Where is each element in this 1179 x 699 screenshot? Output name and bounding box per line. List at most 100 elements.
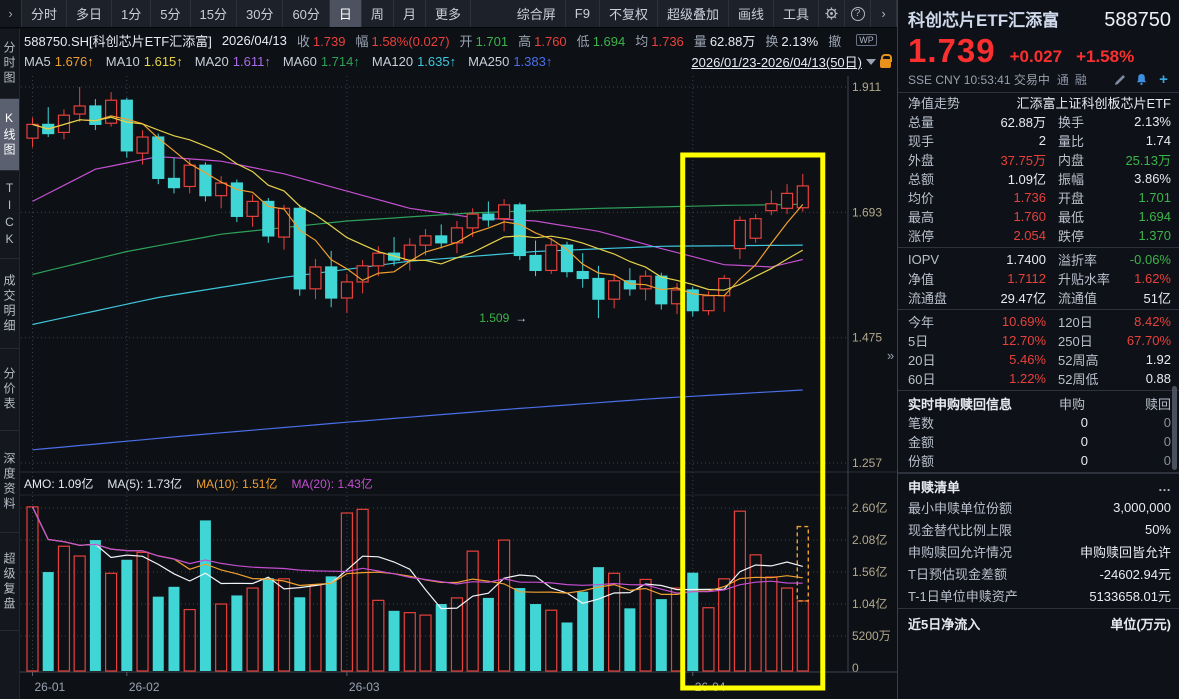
volume-bar-up xyxy=(106,573,117,671)
quote-field-幅: 幅1.58%(0.027) xyxy=(355,34,449,49)
tab-月[interactable]: 月 xyxy=(394,0,426,27)
tab-30分[interactable]: 30分 xyxy=(237,0,283,27)
tab-分时[interactable]: 分时 xyxy=(22,0,67,27)
date-range-selector[interactable]: 2026/01/23-2026/04/13(50日) xyxy=(691,52,862,71)
divider xyxy=(898,390,1179,391)
volume-axis-label: 2.08亿 xyxy=(852,532,887,547)
link-融[interactable]: 融 xyxy=(1075,71,1087,88)
tab-60分[interactable]: 60分 xyxy=(283,0,329,27)
add-plus-icon[interactable]: + xyxy=(1156,72,1171,87)
volume-bar-down xyxy=(153,597,164,671)
list-item-label: 现金替代比例上限 xyxy=(908,520,1012,539)
stat-label: 现手 xyxy=(908,131,960,150)
panel-scrollbar[interactable] xyxy=(1172,386,1177,470)
quote-field-value: 1.736 xyxy=(651,34,684,49)
table-row: 总量62.88万换手2.13% xyxy=(898,112,1179,131)
ma-legend-value: 1.615↑ xyxy=(144,54,183,69)
sidebar-item-分价表[interactable]: 分价表 xyxy=(0,349,19,431)
chevron-down-icon[interactable] xyxy=(866,59,876,65)
edit-pencil-icon[interactable] xyxy=(1112,72,1127,87)
table-row: 最高1.760最低1.694 xyxy=(898,207,1179,226)
list-item-label: T-1日单位申赎资产 xyxy=(908,586,1018,605)
stat-value: 37.75万 xyxy=(960,150,1046,169)
help-icon[interactable]: ? xyxy=(845,0,871,27)
stat-label: 120日 xyxy=(1058,312,1120,331)
volume-bar-down xyxy=(294,597,305,671)
volume-bar-up xyxy=(357,509,368,671)
sidebar-item-成交明细[interactable]: 成交明细 xyxy=(0,259,19,349)
volume-axis-label: 2.60亿 xyxy=(852,500,887,515)
quote-panel-body: 净值走势汇添富上证科创板芯片ETF总量62.88万换手2.13%现手2量比1.7… xyxy=(898,93,1179,633)
tab-更多[interactable]: 更多 xyxy=(426,0,471,27)
volume-bar-down xyxy=(326,576,337,671)
alert-bell-icon[interactable] xyxy=(1134,72,1149,87)
volume-header-item: MA(20): 1.43亿 xyxy=(291,475,372,492)
settings-gear-icon[interactable] xyxy=(819,0,845,27)
volume-bar-down xyxy=(231,595,242,671)
candle-body xyxy=(782,193,793,208)
stat-label: 内盘 xyxy=(1058,150,1120,169)
sidebar-item-TICK[interactable]: TICK xyxy=(0,171,19,259)
sidebar-item-超级复盘[interactable]: 超级复盘 xyxy=(0,533,19,631)
stat-label: 开盘 xyxy=(1058,188,1120,207)
list-item: T-1日单位申赎资产5133658.01元 xyxy=(898,584,1179,606)
toolbar-collapse-button[interactable]: › xyxy=(0,0,22,27)
stat-label: 52周低 xyxy=(1058,369,1120,388)
toolbar-item-综合屏[interactable]: 综合屏 xyxy=(508,0,566,27)
tab-周[interactable]: 周 xyxy=(362,0,394,27)
sidebar-item-分时图[interactable]: 分时图 xyxy=(0,29,19,99)
nav-label[interactable]: 净值走势 xyxy=(908,93,978,112)
toolbar-item-不复权[interactable]: 不复权 xyxy=(600,0,658,27)
net-inflow-title: 近5日净流入 xyxy=(908,614,980,633)
candle-body xyxy=(373,253,384,266)
kline-chart-canvas[interactable]: 1.9111.6931.4751.2572.60亿2.08亿1.56亿1.04亿… xyxy=(20,72,897,699)
panel-expand-icon[interactable]: » xyxy=(887,348,894,363)
margin-links: 通融 xyxy=(1057,71,1087,88)
more-ellipsis-icon[interactable]: … xyxy=(1158,479,1171,494)
volume-bar-up xyxy=(734,511,745,671)
ma-line-MA60 xyxy=(33,204,803,274)
volume-header-item: MA(10): 1.51亿 xyxy=(196,475,277,492)
volume-bar-down xyxy=(263,578,274,671)
candle-body xyxy=(719,278,730,295)
stat-value: 1.74 xyxy=(1120,133,1171,148)
toolbar-item-超级叠加[interactable]: 超级叠加 xyxy=(658,0,729,27)
ma-legend-value: 1.714↑ xyxy=(321,54,360,69)
tab-1分[interactable]: 1分 xyxy=(112,0,151,27)
table-row: 20日5.46%52周高1.92 xyxy=(898,350,1179,369)
quote-field-量: 量62.88万 xyxy=(694,34,756,49)
quote-fields: 收1.739幅1.58%(0.027)开1.701高1.760低1.694均1.… xyxy=(297,31,854,50)
tab-15分[interactable]: 15分 xyxy=(191,0,237,27)
volume-bar-up xyxy=(499,540,510,671)
sidebar-item-K线图[interactable]: K线图 xyxy=(0,99,19,171)
tab-多日[interactable]: 多日 xyxy=(67,0,112,27)
stat-label: 升贴水率 xyxy=(1058,269,1120,288)
lock-icon[interactable] xyxy=(880,59,891,68)
sidebar-item-深度资料[interactable]: 深度资料 xyxy=(0,431,19,533)
stat-label: 溢折率 xyxy=(1058,250,1120,269)
tab-5分[interactable]: 5分 xyxy=(151,0,190,27)
table-row: 外盘37.75万内盘25.13万 xyxy=(898,150,1179,169)
wp-badge[interactable]: WP xyxy=(856,34,877,46)
candle-body xyxy=(766,204,777,211)
candle-body xyxy=(640,276,651,289)
ma-legend-MA10: MA101.615↑ xyxy=(106,54,183,69)
ma-legend-MA5: MA51.676↑ xyxy=(24,54,94,69)
ma-legend-MA60: MA60 1.714↑ xyxy=(283,54,360,69)
quote-info-bar: 588750.SH[科创芯片ETF汇添富] 2026/04/13 收1.739幅… xyxy=(0,29,897,51)
x-axis-label: 26-03 xyxy=(349,680,380,694)
volume-bar-down xyxy=(687,573,698,671)
candle-body xyxy=(420,236,431,245)
ma-legend-key: MA60 xyxy=(283,54,317,69)
stat-value: 2 xyxy=(960,133,1046,148)
candle-body xyxy=(404,245,415,260)
toolbar-item-工具[interactable]: 工具 xyxy=(774,0,819,27)
link-通[interactable]: 通 xyxy=(1057,71,1069,88)
subs-title: 实时申购赎回信息 xyxy=(908,394,1012,413)
quote-field-收: 收1.739 xyxy=(297,34,346,49)
toolbar-item-画线[interactable]: 画线 xyxy=(729,0,774,27)
candle-body xyxy=(734,220,745,248)
tab-日[interactable]: 日 xyxy=(330,0,362,27)
toolbar-item-F9[interactable]: F9 xyxy=(566,0,600,27)
toolbar-more-chevron-icon[interactable]: › xyxy=(871,0,897,27)
